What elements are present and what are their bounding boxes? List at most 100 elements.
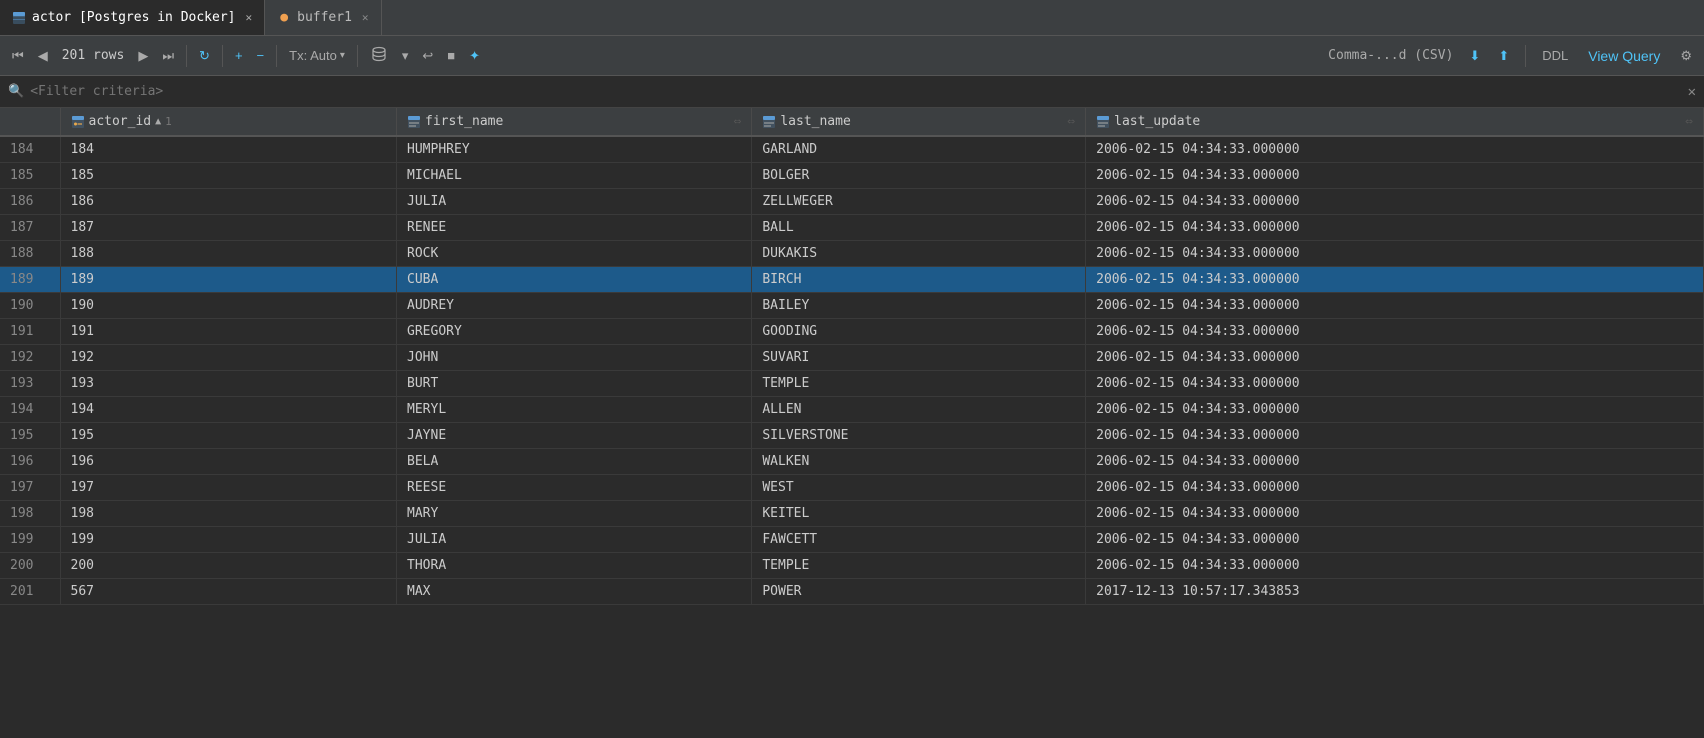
- sep1: [186, 45, 187, 67]
- table-row[interactable]: 186 186 JULIA ZELLWEGER 2006-02-15 04:34…: [0, 189, 1704, 215]
- sep3: [276, 45, 277, 67]
- ddl-button[interactable]: DDL: [1536, 44, 1574, 67]
- add-row-button[interactable]: +: [229, 44, 249, 67]
- last-name-cell: FAWCETT: [752, 527, 1086, 553]
- last-row-button[interactable]: ⏭: [156, 44, 180, 68]
- table-row[interactable]: 185 185 MICHAEL BOLGER 2006-02-15 04:34:…: [0, 163, 1704, 189]
- last-update-cell: 2006-02-15 04:34:33.000000: [1086, 501, 1704, 527]
- actor-id-cell: 187: [60, 215, 397, 241]
- first-name-cell: CUBA: [397, 267, 752, 293]
- tx-auto-button[interactable]: Tx: Auto ▾: [283, 44, 351, 67]
- row-number-cell: 191: [0, 319, 60, 345]
- first-name-cell: MICHAEL: [397, 163, 752, 189]
- tab-actor[interactable]: actor [Postgres in Docker] ✕: [0, 0, 265, 35]
- first-name-cell: JULIA: [397, 189, 752, 215]
- table-row[interactable]: 189 189 CUBA BIRCH 2006-02-15 04:34:33.0…: [0, 267, 1704, 293]
- table-row[interactable]: 197 197 REESE WEST 2006-02-15 04:34:33.0…: [0, 475, 1704, 501]
- table-row[interactable]: 194 194 MERYL ALLEN 2006-02-15 04:34:33.…: [0, 397, 1704, 423]
- table-row[interactable]: 196 196 BELA WALKEN 2006-02-15 04:34:33.…: [0, 449, 1704, 475]
- actor-table-icon: [12, 11, 26, 25]
- col-header-last-name[interactable]: last_name ⇔: [752, 108, 1086, 136]
- last-update-cell: 2006-02-15 04:34:33.000000: [1086, 189, 1704, 215]
- actor-id-cell: 185: [60, 163, 397, 189]
- filter-close-icon[interactable]: ✕: [1688, 84, 1696, 100]
- down-button[interactable]: ▾: [396, 44, 415, 68]
- export-down-button[interactable]: ⬇: [1463, 44, 1486, 68]
- first-name-cell: THORA: [397, 553, 752, 579]
- expand-button[interactable]: ✦: [463, 44, 486, 68]
- first-name-cell: ROCK: [397, 241, 752, 267]
- data-table-container: actor_id ▲ 1: [0, 108, 1704, 738]
- tab-buffer1[interactable]: ● buffer1 ✕: [265, 0, 381, 35]
- actor-id-cell: 200: [60, 553, 397, 579]
- export-up-icon: ⬆: [1498, 48, 1509, 64]
- settings-icon: ⚙: [1680, 48, 1692, 64]
- table-row[interactable]: 192 192 JOHN SUVARI 2006-02-15 04:34:33.…: [0, 345, 1704, 371]
- first-name-cell: MAX: [397, 579, 752, 605]
- actor-id-cell: 195: [60, 423, 397, 449]
- row-number-cell: 185: [0, 163, 60, 189]
- tx-dropdown-icon: ▾: [340, 50, 345, 61]
- first-name-cell: HUMPHREY: [397, 136, 752, 163]
- row-number-cell: 184: [0, 136, 60, 163]
- next-row-icon: ▶: [138, 48, 148, 64]
- actor-id-cell: 198: [60, 501, 397, 527]
- last-name-cell: BALL: [752, 215, 1086, 241]
- last-update-cell: 2006-02-15 04:34:33.000000: [1086, 423, 1704, 449]
- last-name-cell: SILVERSTONE: [752, 423, 1086, 449]
- undo-button[interactable]: ↩: [416, 44, 439, 68]
- col-header-first-name[interactable]: first_name ⇔: [397, 108, 752, 136]
- db-icon-button[interactable]: [364, 41, 394, 70]
- first-row-button[interactable]: ⏮: [6, 44, 30, 68]
- tx-label: Tx: Auto: [289, 48, 337, 63]
- last-update-cell: 2006-02-15 04:34:33.000000: [1086, 241, 1704, 267]
- first-name-cell: BURT: [397, 371, 752, 397]
- tab-buffer1-close[interactable]: ✕: [362, 11, 369, 24]
- row-number-cell: 187: [0, 215, 60, 241]
- filter-input[interactable]: [30, 84, 1681, 99]
- col-resize-last-name[interactable]: ⇔: [1067, 114, 1075, 129]
- table-row[interactable]: 200 200 THORA TEMPLE 2006-02-15 04:34:33…: [0, 553, 1704, 579]
- refresh-button[interactable]: ↻: [193, 44, 216, 68]
- col-header-actor-id[interactable]: actor_id ▲ 1: [60, 108, 397, 136]
- last-name-cell: SUVARI: [752, 345, 1086, 371]
- db-icon: [370, 45, 388, 66]
- last-update-cell: 2006-02-15 04:34:33.000000: [1086, 527, 1704, 553]
- view-query-button[interactable]: View Query: [1580, 44, 1668, 68]
- table-row[interactable]: 190 190 AUDREY BAILEY 2006-02-15 04:34:3…: [0, 293, 1704, 319]
- export-down-icon: ⬇: [1469, 48, 1480, 64]
- settings-button[interactable]: ⚙: [1674, 44, 1698, 68]
- first-name-cell: BELA: [397, 449, 752, 475]
- tab-bar: actor [Postgres in Docker] ✕ ● buffer1 ✕: [0, 0, 1704, 36]
- tab-actor-close[interactable]: ✕: [246, 11, 253, 24]
- row-number-cell: 197: [0, 475, 60, 501]
- last-update-cell: 2006-02-15 04:34:33.000000: [1086, 319, 1704, 345]
- first-name-table-icon: [407, 114, 421, 129]
- delete-row-button[interactable]: −: [251, 44, 271, 67]
- col-last-name-label: last_name: [780, 114, 850, 129]
- prev-row-button[interactable]: ◀: [32, 44, 54, 68]
- table-row[interactable]: 193 193 BURT TEMPLE 2006-02-15 04:34:33.…: [0, 371, 1704, 397]
- table-row[interactable]: 199 199 JULIA FAWCETT 2006-02-15 04:34:3…: [0, 527, 1704, 553]
- first-name-cell: AUDREY: [397, 293, 752, 319]
- table-row[interactable]: 195 195 JAYNE SILVERSTONE 2006-02-15 04:…: [0, 423, 1704, 449]
- table-row[interactable]: 198 198 MARY KEITEL 2006-02-15 04:34:33.…: [0, 501, 1704, 527]
- last-update-table-icon: [1096, 114, 1110, 129]
- last-row-icon: ⏭: [162, 48, 174, 64]
- table-row[interactable]: 188 188 ROCK DUKAKIS 2006-02-15 04:34:33…: [0, 241, 1704, 267]
- table-row[interactable]: 201 567 MAX POWER 2017-12-13 10:57:17.34…: [0, 579, 1704, 605]
- col-resize-first-name[interactable]: ⇔: [734, 114, 742, 129]
- stop-button[interactable]: ■: [441, 44, 461, 67]
- row-number-cell: 192: [0, 345, 60, 371]
- table-row[interactable]: 187 187 RENEE BALL 2006-02-15 04:34:33.0…: [0, 215, 1704, 241]
- sep4: [357, 45, 358, 67]
- col-header-last-update[interactable]: last_update ⇔: [1086, 108, 1704, 136]
- row-count: 201 rows: [56, 48, 131, 63]
- first-name-cell: JULIA: [397, 527, 752, 553]
- row-number-cell: 194: [0, 397, 60, 423]
- table-row[interactable]: 191 191 GREGORY GOODING 2006-02-15 04:34…: [0, 319, 1704, 345]
- table-row[interactable]: 184 184 HUMPHREY GARLAND 2006-02-15 04:3…: [0, 136, 1704, 163]
- col-resize-last-update[interactable]: ⇔: [1685, 114, 1693, 129]
- next-row-button[interactable]: ▶: [132, 44, 154, 68]
- export-up-button[interactable]: ⬆: [1492, 44, 1515, 68]
